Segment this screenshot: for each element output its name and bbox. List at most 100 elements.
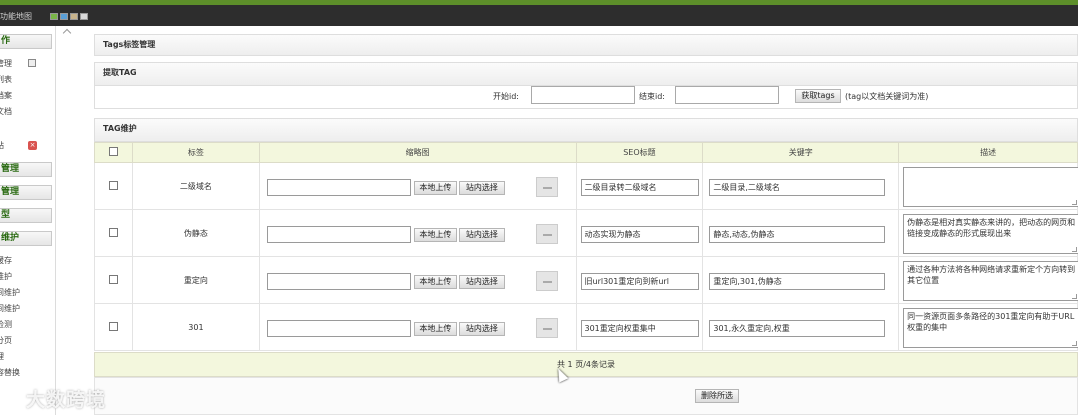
keywords-input[interactable]: 重定向,301,伪静态: [709, 273, 886, 290]
sidebar-item[interactable]: 维护: [0, 271, 12, 282]
site-select-button[interactable]: 站内选择: [458, 275, 505, 289]
sidebar-item[interactable]: 档案: [0, 90, 12, 101]
col-header-keywords: 关键字: [702, 142, 900, 163]
row-select-cell: [94, 162, 133, 210]
sidebar: 作 管理 列表 档案 文档 站 × 管理 管理 型 维护 缓存 维护 间维护 间…: [0, 26, 56, 415]
description-cell: 通过各种方法将各种网络请求重新定个方向转到其它位置: [898, 256, 1078, 304]
sidebar-item[interactable]: 间维护: [0, 287, 20, 298]
function-map-title[interactable]: 功能地图: [0, 11, 32, 22]
description-cell: 伪静态是相对真实静态来讲的，把动态的网页和链接变成静态的形式展现出来: [898, 209, 1078, 257]
col-header-tag: 标签: [131, 142, 260, 163]
theme-gray-icon[interactable]: [80, 13, 88, 20]
sidebar-item[interactable]: 检测: [0, 319, 12, 330]
sidebar-head-4[interactable]: 型: [0, 208, 52, 223]
description-textarea[interactable]: [903, 167, 1078, 207]
thumbnail-path-input[interactable]: [266, 226, 411, 243]
thumbnail-cell: 本地上传 站内选择: [258, 209, 577, 257]
sidebar-collapse-gutter[interactable]: [57, 26, 81, 415]
description-textarea[interactable]: 伪静态是相对真实静态来讲的，把动态的网页和链接变成静态的形式展现出来: [903, 214, 1078, 254]
thumbnail-path-input[interactable]: [266, 320, 411, 337]
theme-blue-icon[interactable]: [60, 13, 68, 20]
thumbnail-cell: 本地上传 站内选择: [258, 303, 577, 351]
top-bar: 功能地图: [0, 0, 1078, 26]
description-textarea[interactable]: 同一资源页面多条路径的301重定向有助于URL权重的集中: [903, 308, 1078, 348]
seo-title-cell: 动态实现为静态: [575, 209, 704, 257]
sidebar-item[interactable]: 理: [0, 351, 4, 362]
select-all-header: [94, 142, 133, 163]
seo-title-input[interactable]: 旧url301重定向到新url: [580, 273, 699, 290]
site-select-button[interactable]: 站内选择: [458, 322, 505, 336]
local-upload-button[interactable]: 本地上传: [413, 322, 457, 336]
keywords-input[interactable]: 二级目录,二级域名: [709, 179, 886, 196]
bulk-actions-bar: 删除所选: [94, 377, 1078, 415]
seo-title-cell: 二级目录转二级域名: [575, 162, 704, 210]
keywords-cell: 二级目录,二级域名: [702, 162, 900, 210]
row-checkbox[interactable]: [108, 274, 118, 284]
delete-selected-button[interactable]: 删除所选: [695, 389, 739, 403]
sidebar-item[interactable]: 站: [0, 140, 4, 151]
tag-name: 301: [131, 303, 260, 351]
sidebar-item[interactable]: 间维护: [0, 303, 20, 314]
thumbnail-cell: 本地上传 站内选择: [258, 256, 577, 304]
select-all-checkbox[interactable]: [108, 147, 118, 156]
sidebar-item[interactable]: 分页: [0, 335, 12, 346]
page-title: Tags标签管理: [94, 34, 1078, 56]
sidebar-head-3[interactable]: 管理: [0, 185, 52, 200]
keywords-cell: 静态,动态,伪静态: [702, 209, 900, 257]
extract-form: 开始id: 结束id: 获取tags (tag以文档关键词为准): [94, 86, 1078, 109]
sidebar-item[interactable]: 容替换: [0, 367, 20, 378]
close-icon[interactable]: ×: [28, 141, 37, 150]
end-id-input[interactable]: [675, 86, 779, 104]
thumbnail-path-input[interactable]: [266, 179, 411, 196]
start-id-label: 开始id:: [493, 92, 519, 101]
tags-table: 标签 缩略图 SEO标题 关键字 描述 二级域名 本地上传 站内选择 二级目录转二级域…: [94, 142, 1078, 351]
col-header-seo-title: SEO标题: [575, 142, 704, 163]
watermark-logo-icon: [4, 382, 26, 404]
keywords-input[interactable]: 301,永久重定向,权重: [709, 320, 886, 337]
seo-title-cell: 旧url301重定向到新url: [575, 256, 704, 304]
table-row: 301 本地上传 站内选择 301重定向权重集中 301,永久重定向,权重 同一资源页面多…: [94, 303, 1078, 351]
local-upload-button[interactable]: 本地上传: [413, 275, 457, 289]
keywords-cell: 重定向,301,伪静态: [702, 256, 900, 304]
keywords-cell: 301,永久重定向,权重: [702, 303, 900, 351]
sidebar-head-1[interactable]: 作: [0, 34, 52, 49]
table-row: 伪静态 本地上传 站内选择 动态实现为静态 静态,动态,伪静态 伪静态是相对真实静态来讲的…: [94, 209, 1078, 257]
local-upload-button[interactable]: 本地上传: [413, 228, 457, 242]
chevron-up-icon[interactable]: [62, 28, 72, 38]
pagination-summary: 共 1 页/4条记录: [94, 352, 1078, 377]
get-tags-button[interactable]: 获取tags: [795, 89, 841, 103]
sidebar-item[interactable]: 文档: [0, 106, 12, 117]
description-cell: 同一资源页面多条路径的301重定向有助于URL权重的集中: [898, 303, 1078, 351]
thumbnail-image-icon: [535, 318, 558, 338]
seo-title-cell: 301重定向权重集中: [575, 303, 704, 351]
col-header-thumbnail: 缩略图: [258, 142, 577, 163]
seo-title-input[interactable]: 二级目录转二级域名: [580, 179, 699, 196]
sidebar-head-5[interactable]: 维护: [0, 231, 52, 246]
tag-name: 重定向: [131, 256, 260, 304]
thumbnail-image-icon: [535, 177, 558, 197]
sidebar-item[interactable]: 列表: [0, 74, 12, 85]
site-select-button[interactable]: 站内选择: [458, 228, 505, 242]
sidebar-head-2[interactable]: 管理: [0, 162, 52, 177]
sidebar-item[interactable]: 管理: [0, 58, 12, 69]
table-row: 重定向 本地上传 站内选择 旧url301重定向到新url 重定向,301,伪静态 通过各…: [94, 256, 1078, 304]
seo-title-input[interactable]: 动态实现为静态: [580, 226, 699, 243]
theme-tan-icon[interactable]: [70, 13, 78, 20]
start-id-input[interactable]: [531, 86, 635, 104]
row-checkbox[interactable]: [108, 227, 118, 237]
keywords-input[interactable]: 静态,动态,伪静态: [709, 226, 886, 243]
sidebar-item[interactable]: 缓存: [0, 255, 12, 266]
tag-name: 伪静态: [131, 209, 260, 257]
seo-title-input[interactable]: 301重定向权重集中: [580, 320, 699, 337]
table-row: 二级域名 本地上传 站内选择 二级目录转二级域名 二级目录,二级域名: [94, 162, 1078, 210]
thumbnail-path-input[interactable]: [266, 273, 411, 290]
row-checkbox[interactable]: [108, 180, 118, 190]
row-checkbox[interactable]: [108, 321, 118, 331]
add-icon[interactable]: [28, 59, 36, 67]
row-select-cell: [94, 209, 133, 257]
theme-green-icon[interactable]: [50, 13, 58, 20]
row-select-cell: [94, 256, 133, 304]
site-select-button[interactable]: 站内选择: [458, 181, 505, 195]
local-upload-button[interactable]: 本地上传: [413, 181, 457, 195]
description-textarea[interactable]: 通过各种方法将各种网络请求重新定个方向转到其它位置: [903, 261, 1078, 301]
